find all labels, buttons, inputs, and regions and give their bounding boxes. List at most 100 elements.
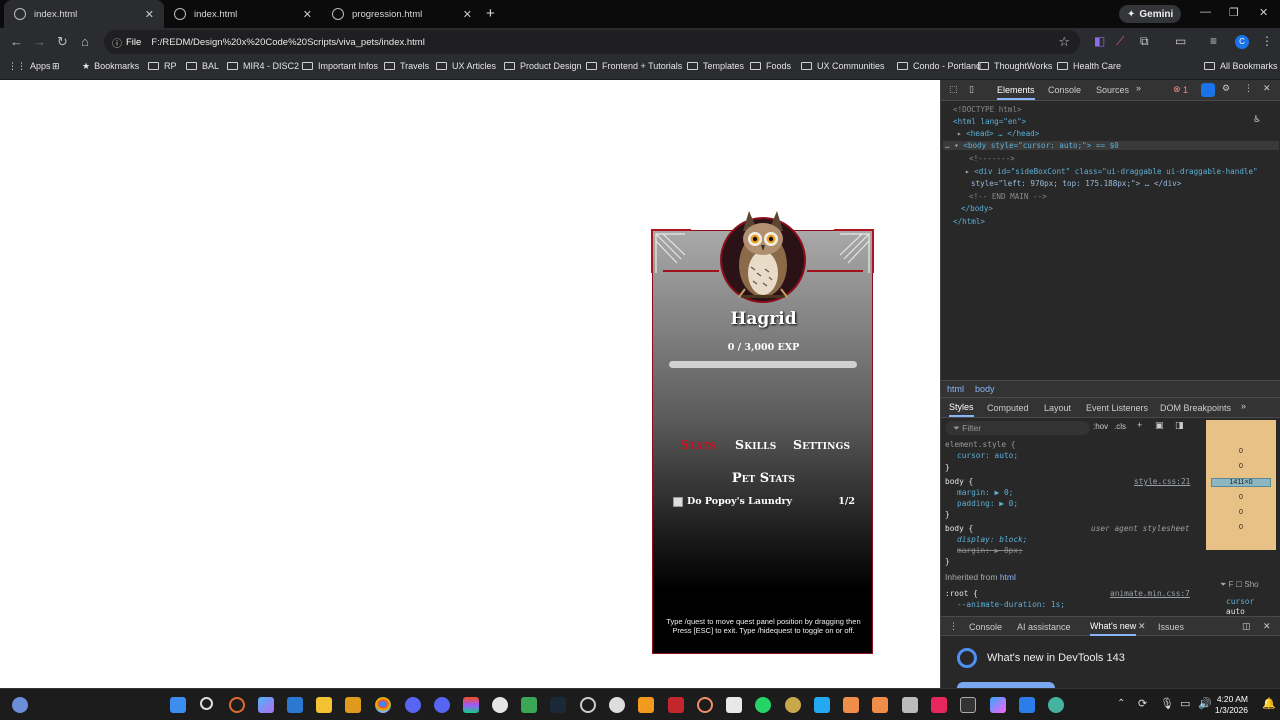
dom-line[interactable]: <!-------> [969,154,1015,163]
sidebar-toggle-icon[interactable]: ◨ [1175,420,1184,431]
minimize-icon[interactable]: — [1200,6,1211,18]
app-icon[interactable] [902,697,918,713]
clock[interactable]: 4:20 AM 1/3/2026 [1215,694,1248,716]
tab-stats[interactable]: Stats [680,437,716,452]
browser-tab[interactable]: index.html ✕ [164,0,322,28]
search-icon[interactable] [200,697,213,710]
bookmark-folder[interactable]: Frontend + Tutorials [586,61,682,71]
browser-tab[interactable]: index.html ✕ [4,0,164,28]
dom-line[interactable]: ▸ <head> … </head> [957,129,1039,138]
app-icon[interactable] [785,697,801,713]
pet-panel[interactable]: Hagrid 0 / 3,000 EXP Stats Skills Settin… [651,211,874,654]
tray-chevron-icon[interactable]: ⌃ [1117,698,1125,709]
breadcrumb-body[interactable]: body [975,384,995,394]
reading-list-icon[interactable]: ≡ [1210,34,1217,48]
dom-line[interactable]: <html lang="en"> [953,117,1026,126]
vscode-icon[interactable] [814,697,830,713]
tab-dom-breakpoints[interactable]: DOM Breakpoints [1160,403,1231,413]
menu-kebab-icon[interactable]: ⋮ [1261,34,1273,48]
app-icon[interactable] [872,697,888,713]
home-icon[interactable]: ⌂ [81,34,89,49]
drawer-menu-icon[interactable]: ⋮ [949,621,958,632]
drawer-tab-whats-new[interactable]: What's new [1090,621,1137,636]
settings-gear-icon[interactable]: ⚙ [1222,83,1230,94]
all-bookmarks[interactable]: All Bookmarks [1204,61,1278,71]
inspect-icon[interactable]: ⬚ [949,84,958,95]
error-icon[interactable]: ⊗ [1173,84,1181,95]
bookmark-bookmarks[interactable]: ★ Bookmarks [82,61,139,72]
css-variable[interactable]: --animate-duration: 1s; [957,600,1065,609]
app-icon[interactable] [843,697,859,713]
volume-icon[interactable]: 🔊 [1198,697,1212,710]
paint-icon[interactable]: ▣ [1155,420,1164,431]
app-icon[interactable] [492,697,508,713]
dom-line[interactable]: </body> [961,204,993,213]
notification-bell-icon[interactable]: 🔔 [1262,697,1276,710]
bookmark-folder[interactable]: UX Articles [436,61,496,71]
extensions-puzzle-icon[interactable]: ⧉ [1140,34,1149,49]
bookmark-apps[interactable]: ⋮⋮ Apps [8,61,51,72]
tray-icon[interactable]: ⟳ [1138,697,1147,710]
close-window-icon[interactable]: ✕ [1259,6,1268,19]
close-tab-icon[interactable]: ✕ [145,8,154,21]
bookmark-folder[interactable]: RP [148,61,177,71]
bookmark-folder[interactable]: Health Care [1057,61,1121,71]
dock-icon[interactable]: ◫ [1242,621,1251,632]
restore-icon[interactable]: ❐ [1229,6,1239,19]
close-tab-icon[interactable]: ✕ [1138,621,1146,632]
tab-styles[interactable]: Styles [949,402,974,417]
breadcrumb-html[interactable]: html [947,384,964,394]
address-bar[interactable]: ⓘ File F:/REDM/Design%20x%20Code%20Scrip… [104,30,1080,54]
accessibility-icon[interactable]: ♿ [1253,114,1261,125]
dom-line[interactable]: style="left: 970px; top: 175.188px;"> … … [971,179,1181,188]
hov-toggle[interactable]: :hov [1093,422,1108,431]
tab-elements[interactable]: Elements [997,85,1035,100]
apps-launcher-icon[interactable]: ⊞ [52,61,60,72]
more-tabs-icon[interactable]: » [1136,83,1141,93]
bookmark-folder[interactable]: Templates [687,61,744,71]
app-icon[interactable] [1048,697,1064,713]
dom-line[interactable]: <!DOCTYPE html> [953,105,1022,114]
close-tab-icon[interactable]: ✕ [463,8,472,21]
close-drawer-icon[interactable]: ✕ [1263,621,1271,632]
app-icon[interactable] [229,697,245,713]
drawer-tab-issues[interactable]: Issues [1158,622,1184,632]
tab-layout[interactable]: Layout [1044,403,1071,413]
tab-sources[interactable]: Sources [1096,85,1129,95]
bookmark-folder[interactable]: BAL [186,61,219,71]
profile-avatar[interactable]: C [1235,35,1249,49]
bookmark-folder[interactable]: MIR4 - DISC2 [227,61,299,71]
app-icon[interactable] [668,697,684,713]
figma-icon[interactable] [463,697,479,713]
reload-icon[interactable]: ↻ [57,34,68,50]
microphone-icon[interactable]: 🎙 [1160,697,1174,710]
dom-line[interactable]: </html> [953,217,985,226]
bookmark-folder[interactable]: Condo - Portland [897,61,981,71]
styles-filter-input[interactable]: ⏷ Filter [945,421,1090,435]
tab-console[interactable]: Console [1048,85,1081,95]
tab-skills[interactable]: Skills [735,437,776,452]
dom-line[interactable]: <!-- END MAIN --> [969,192,1047,201]
bookmark-folder[interactable]: Important Infos [302,61,378,71]
terminal-icon[interactable] [960,697,976,713]
copilot-icon[interactable] [258,697,274,713]
windows-start-icon[interactable] [170,697,186,713]
app-icon[interactable] [580,697,596,713]
chrome-icon[interactable] [375,697,391,713]
cls-toggle[interactable]: .cls [1114,422,1126,431]
stylesheet-link[interactable]: style.css:21 [1134,477,1190,486]
bookmark-folder[interactable]: Travels [384,61,429,71]
dom-line-selected[interactable]: … ▾ <body style="cursor: auto;"> == $0 [943,141,1279,150]
drawer-tab-console[interactable]: Console [969,622,1002,632]
bookmark-folder[interactable]: UX Communities [801,61,885,71]
weather-icon[interactable] [12,697,28,713]
app-icon[interactable] [521,697,537,713]
file-explorer-icon[interactable] [316,697,332,713]
bookmark-folder[interactable]: ThoughtWorks [978,61,1052,71]
css-property[interactable]: padding: ▶ 0; [957,499,1018,508]
tab-event-listeners[interactable]: Event Listeners [1086,403,1148,413]
ai-icon[interactable] [1201,83,1215,97]
tab-computed[interactable]: Computed [987,403,1029,413]
bookmark-folder[interactable]: Product Design [504,61,582,71]
menu-kebab-icon[interactable]: ⋮ [1244,83,1253,94]
